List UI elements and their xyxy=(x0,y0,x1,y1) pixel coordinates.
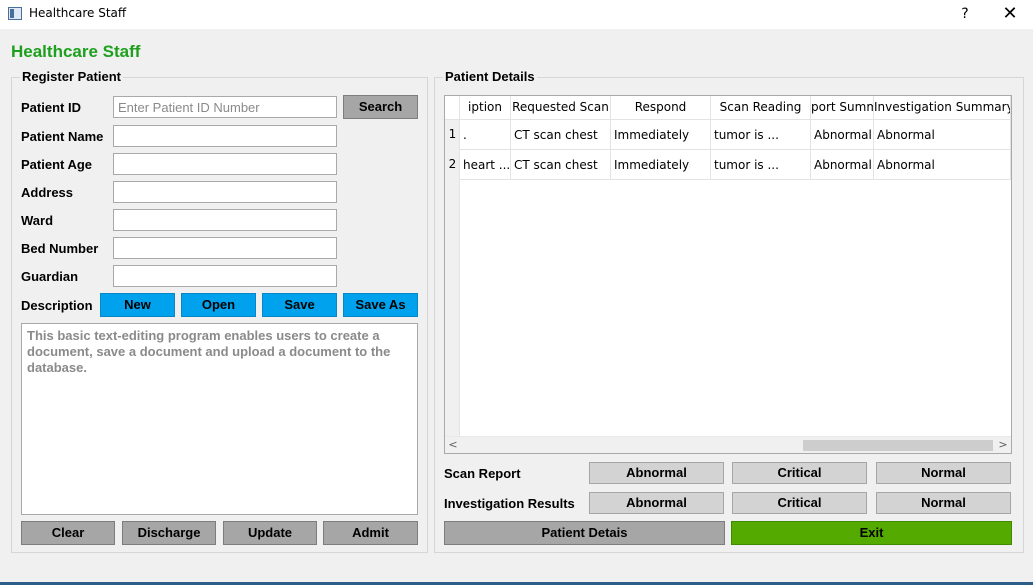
admit-button[interactable]: Admit xyxy=(323,521,418,545)
table-cell[interactable]: Immediately xyxy=(611,150,711,180)
bed-number-label: Bed Number xyxy=(21,241,99,256)
column-header-description[interactable]: iption xyxy=(460,96,511,120)
patient-id-label: Patient ID xyxy=(21,100,81,115)
table-cell[interactable]: . xyxy=(460,120,511,150)
clear-button[interactable]: Clear xyxy=(21,521,115,545)
investigation-critical-button[interactable]: Critical xyxy=(732,492,867,514)
horizontal-scrollbar[interactable]: < > xyxy=(445,436,1011,453)
scroll-right-icon[interactable]: > xyxy=(995,437,1011,453)
patient-name-label: Patient Name xyxy=(21,129,104,144)
exit-button[interactable]: Exit xyxy=(731,521,1012,545)
patient-details-table[interactable]: iption Requested Scan Respond Scan Readi… xyxy=(444,95,1012,454)
investigation-abnormal-button[interactable]: Abnormal xyxy=(589,492,724,514)
scrollbar-thumb[interactable] xyxy=(803,440,993,451)
column-header-respond[interactable]: Respond xyxy=(611,96,711,120)
table-cell[interactable]: Abnormal xyxy=(874,120,1011,150)
column-header-scan-reading[interactable]: Scan Reading xyxy=(711,96,811,120)
window-title: Healthcare Staff xyxy=(29,6,127,20)
new-button[interactable]: New xyxy=(100,293,175,317)
help-icon[interactable]: ? xyxy=(955,3,975,25)
address-input[interactable] xyxy=(113,181,337,203)
table-cell[interactable]: tumor is ... xyxy=(711,120,811,150)
register-patient-title: Register Patient xyxy=(20,69,123,84)
table-cell[interactable]: heart ... xyxy=(460,150,511,180)
column-header-investigation-summary[interactable]: Investigation Summary xyxy=(874,96,1011,120)
page-title: Healthcare Staff xyxy=(11,42,141,61)
scan-report-abnormal-button[interactable]: Abnormal xyxy=(589,462,724,484)
investigation-results-label: Investigation Results xyxy=(444,496,575,511)
table-corner xyxy=(445,96,460,120)
description-label: Description xyxy=(21,298,93,313)
table-cell[interactable]: tumor is ... xyxy=(711,150,811,180)
patient-age-label: Patient Age xyxy=(21,157,93,172)
scan-report-critical-button[interactable]: Critical xyxy=(732,462,867,484)
patient-age-input[interactable] xyxy=(113,153,337,175)
scroll-left-icon[interactable]: < xyxy=(445,437,461,453)
address-label: Address xyxy=(21,185,74,200)
guardian-label: Guardian xyxy=(21,269,79,284)
save-button[interactable]: Save xyxy=(262,293,337,317)
patient-id-input[interactable] xyxy=(113,96,337,118)
patient-details-button[interactable]: Patient Detais xyxy=(444,521,725,545)
table-cell[interactable]: Abnormal xyxy=(874,150,1011,180)
save-as-button[interactable]: Save As xyxy=(343,293,418,317)
table-cell[interactable]: Abnormal xyxy=(811,120,874,150)
table-cell[interactable]: Abnormal xyxy=(811,150,874,180)
column-header-requested-scan[interactable]: Requested Scan xyxy=(511,96,611,120)
bed-number-input[interactable] xyxy=(113,237,337,259)
discharge-button[interactable]: Discharge xyxy=(122,521,216,545)
patient-name-input[interactable] xyxy=(113,125,337,147)
guardian-input[interactable] xyxy=(113,265,337,287)
search-button[interactable]: Search xyxy=(343,95,418,119)
investigation-normal-button[interactable]: Normal xyxy=(876,492,1011,514)
patient-details-title: Patient Details xyxy=(443,69,537,84)
description-textarea[interactable]: This basic text-editing program enables … xyxy=(21,323,418,515)
title-bar: Healthcare Staff ? ✕ xyxy=(0,0,1033,29)
open-button[interactable]: Open xyxy=(181,293,256,317)
ward-input[interactable] xyxy=(113,209,337,231)
column-header-report-summary[interactable]: port Summ xyxy=(811,96,874,120)
close-icon[interactable]: ✕ xyxy=(998,3,1022,25)
scan-report-normal-button[interactable]: Normal xyxy=(876,462,1011,484)
ward-label: Ward xyxy=(21,213,54,228)
table-cell[interactable]: Immediately xyxy=(611,120,711,150)
row-number[interactable]: 1 xyxy=(445,127,460,141)
app-window-icon xyxy=(8,7,22,20)
update-button[interactable]: Update xyxy=(223,521,317,545)
row-number[interactable]: 2 xyxy=(445,157,460,171)
table-cell[interactable]: CT scan chest xyxy=(511,150,611,180)
scan-report-label: Scan Report xyxy=(444,466,521,481)
table-cell[interactable]: CT scan chest xyxy=(511,120,611,150)
